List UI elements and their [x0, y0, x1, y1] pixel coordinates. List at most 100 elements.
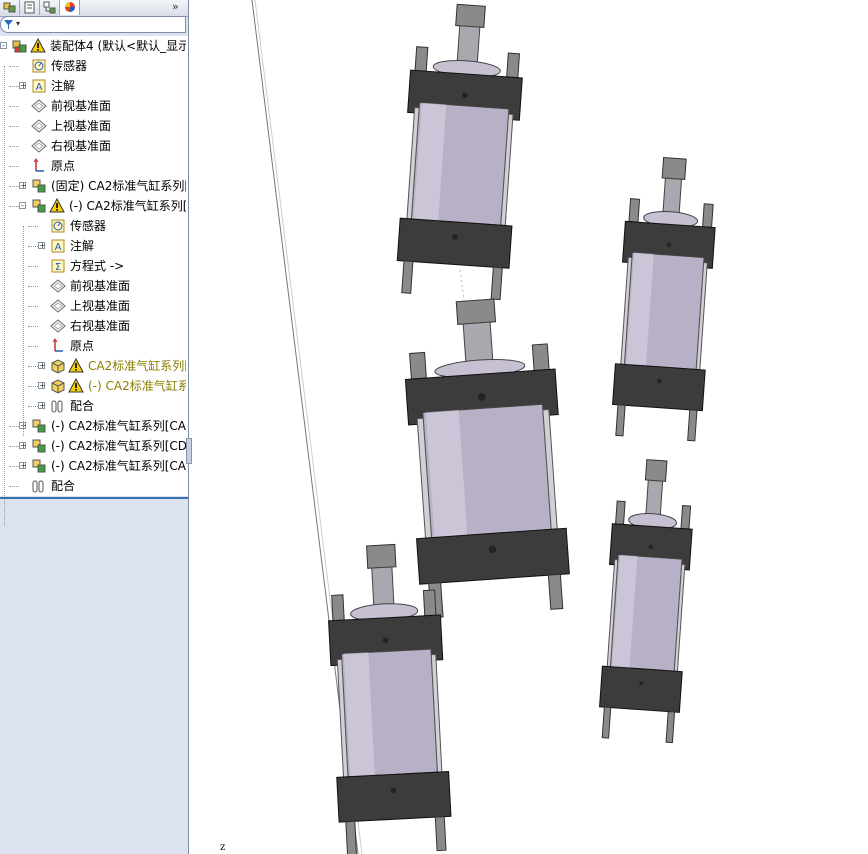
tree-item[interactable]: + A 注解 — [0, 76, 186, 96]
tree-item[interactable]: + CA2标准气缸系列[CD — [0, 356, 186, 376]
feature-manager-tab[interactable] — [0, 0, 20, 15]
tree-item-label: 原点 — [51, 159, 76, 173]
expand-icon[interactable]: + — [19, 462, 27, 470]
plane-icon — [31, 99, 47, 113]
funnel-icon — [4, 20, 13, 29]
expand-icon[interactable]: + — [38, 362, 46, 370]
tree-item[interactable]: - 装配体4 (默认<默认_显示状 — [0, 36, 186, 56]
tree-item-label: 原点 — [70, 339, 95, 353]
annotation-icon: A — [51, 239, 65, 253]
expand-icon[interactable]: + — [38, 382, 46, 390]
tree-item[interactable]: +(-) CA2标准气缸系列[CA2BF — [0, 416, 186, 436]
plane-icon — [50, 319, 66, 333]
mate-icon — [32, 480, 44, 493]
graphics-viewport[interactable] — [189, 0, 868, 854]
feature-manager-panel: » ▾ -装配体4 (默认<默认_显示状传感器+A注解前视基准面上视基准面右视基… — [0, 0, 189, 854]
tree-item-label: (-) CA2标准气缸系列[CD — [69, 199, 186, 213]
tree-item[interactable]: 右视基准面 — [0, 316, 186, 336]
subassembly-icon — [32, 419, 46, 433]
tree-connector — [9, 486, 19, 487]
expand-icon[interactable]: + — [19, 442, 27, 450]
tree-connector — [28, 286, 38, 287]
tree-connector-vertical — [23, 226, 24, 436]
tree-item[interactable]: - (-) CA2标准气缸系列[CD — [0, 196, 186, 216]
expand-icon[interactable]: + — [19, 182, 27, 190]
tree-item-label: 上视基准面 — [51, 119, 112, 133]
tree-item-label: 前视基准面 — [70, 279, 131, 293]
tree-item[interactable]: + (固定) CA2标准气缸系列[CA — [0, 176, 186, 196]
expand-icon[interactable]: + — [19, 82, 27, 90]
cylinder-top-left[interactable] — [395, 1, 527, 301]
warning-icon — [68, 358, 84, 373]
tree-item-label: (-) CA2标准气缸系列[CA2B- — [51, 459, 186, 473]
origin-icon — [52, 338, 63, 352]
tree-connector — [28, 386, 38, 387]
expand-icon[interactable]: + — [38, 242, 46, 250]
tree-item[interactable]: + 配合 — [0, 396, 186, 416]
tree-connector — [9, 66, 19, 67]
tree-item[interactable]: + (-) CA2标准气缸系列[CA2B- — [0, 456, 186, 476]
panel-tabs: » — [0, 0, 188, 17]
display-manager-tab[interactable] — [60, 0, 80, 15]
tree-item[interactable]: 前视基准面 — [0, 96, 186, 116]
tree-item-label: 配合 — [70, 399, 95, 413]
subassembly-icon — [32, 179, 46, 193]
subassembly-icon — [32, 199, 46, 213]
feature-tree: -装配体4 (默认<默认_显示状传感器+A注解前视基准面上视基准面右视基准面原点… — [0, 36, 188, 526]
svg-text:A: A — [55, 242, 62, 253]
more-tabs-chevron-icon[interactable]: » — [172, 0, 179, 13]
tree-item[interactable]: + (-) CA2标准气缸系列[CDA2E — [0, 436, 186, 456]
tree-connector — [28, 346, 38, 347]
tree-item-label: 右视基准面 — [51, 139, 112, 153]
tree-connector — [9, 166, 19, 167]
tree-item-label: 传感器 — [51, 59, 88, 73]
warning-icon — [30, 38, 46, 53]
plane-icon — [31, 119, 47, 133]
tree-item-label: (固定) CA2标准气缸系列[CA — [51, 179, 186, 193]
warning-icon — [68, 378, 84, 393]
tree-item[interactable]: 原点 — [0, 156, 186, 176]
assembly-tab-icon — [3, 2, 16, 13]
tree-connector — [28, 306, 38, 307]
subassembly-icon — [32, 459, 46, 473]
tree-filter[interactable]: ▾ — [0, 16, 186, 33]
tree-connector — [28, 266, 38, 267]
tree-item-label: 前视基准面 — [51, 99, 112, 113]
tree-item[interactable]: 配合 — [0, 476, 186, 496]
axis-line — [459, 269, 465, 301]
cylinder-right-upper[interactable] — [610, 155, 719, 442]
tree-item[interactable]: 传感器 — [0, 56, 186, 76]
expand-icon[interactable]: + — [38, 402, 46, 410]
tree-connector — [28, 226, 38, 227]
tree-item-label: 传感器 — [70, 219, 107, 233]
part-icon — [51, 359, 65, 374]
tree-item[interactable]: 右视基准面 — [0, 136, 186, 156]
tree-item-label: CA2标准气缸系列[CD — [88, 359, 186, 373]
tree-item[interactable]: 上视基准面 — [0, 296, 186, 316]
cylinder-center-large[interactable] — [400, 295, 572, 619]
tree-item[interactable]: 上视基准面 — [0, 116, 186, 136]
tree-item[interactable]: 原点 — [0, 336, 186, 356]
tree-connector — [28, 326, 38, 327]
tree-connector — [9, 426, 19, 427]
svg-text:Σ: Σ — [55, 262, 61, 273]
cylinder-right-lower[interactable] — [597, 458, 696, 744]
tree-item[interactable]: 前视基准面 — [0, 276, 186, 296]
plane-icon — [50, 279, 66, 293]
filter-caret-icon: ▾ — [16, 19, 21, 28]
equation-icon: Σ — [51, 259, 65, 273]
tree-connector — [9, 106, 19, 107]
tree-item[interactable]: Σ 方程式 -> — [0, 256, 186, 276]
tree-item[interactable]: 传感器 — [0, 216, 186, 236]
tree-item-label: (-) CA2标准气缸系列[CA2BF — [51, 419, 186, 433]
configuration-manager-tab[interactable] — [40, 0, 60, 15]
tree-item[interactable]: + (-) CA2标准气缸系列 — [0, 376, 186, 396]
property-manager-tab[interactable] — [20, 0, 40, 15]
collapse-icon[interactable]: - — [19, 202, 26, 210]
tree-connector — [28, 406, 38, 407]
tree-item-label: 上视基准面 — [70, 299, 131, 313]
tree-item-label: 注解 — [51, 79, 76, 93]
sensor-icon — [51, 219, 65, 233]
collapse-icon[interactable]: - — [0, 42, 7, 50]
tree-item[interactable]: + A 注解 — [0, 236, 186, 256]
